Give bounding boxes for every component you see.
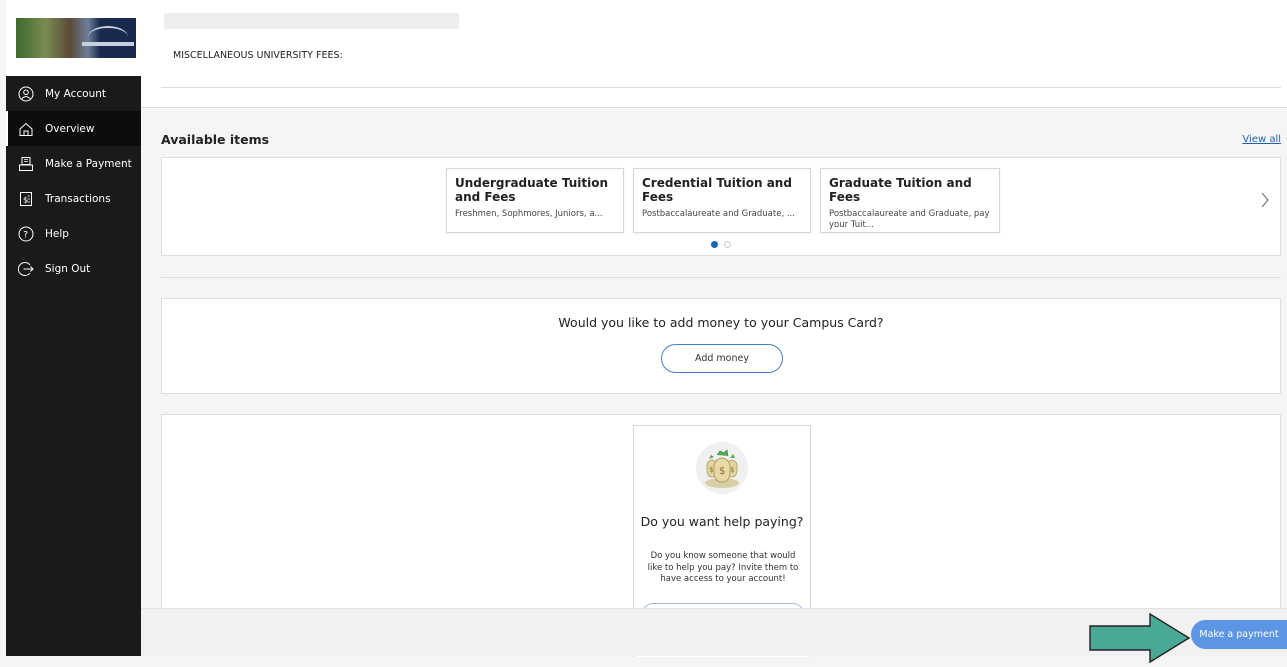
university-logo xyxy=(16,18,136,58)
fees-label: MISCELLANEOUS UNIVERSITY FEES: xyxy=(173,50,343,61)
sidebar-item-transactions[interactable]: $ Transactions xyxy=(6,181,141,216)
divider xyxy=(161,87,1281,88)
item-card-desc: Freshmen, Sophmores, Juniors, a... xyxy=(455,209,603,219)
help-paying-desc: Do you know someone that would like to h… xyxy=(647,551,799,584)
carousel-dot-active[interactable] xyxy=(711,241,718,248)
make-a-payment-button[interactable]: Make a payment xyxy=(1191,620,1287,649)
sidebar-item-sign-out[interactable]: Sign Out xyxy=(6,251,141,286)
item-card-title: Graduate Tuition and Fees xyxy=(829,176,972,204)
main-content: MISCELLANEOUS UNIVERSITY FEES: Available… xyxy=(141,0,1287,664)
add-money-button[interactable]: Add money xyxy=(661,344,783,373)
item-card-title: Credential Tuition and Fees xyxy=(642,176,792,204)
sidebar-item-label: Sign Out xyxy=(45,262,91,275)
svg-text:?: ? xyxy=(23,230,28,240)
chevron-right-icon[interactable] xyxy=(1258,190,1272,210)
sidebar-item-overview[interactable]: Overview xyxy=(6,111,141,146)
sidebar-nav: My Account Overview Make a Payment $ Tra… xyxy=(6,76,141,656)
sidebar-item-make-a-payment[interactable]: Make a Payment xyxy=(6,146,141,181)
help-icon: ? xyxy=(18,226,34,242)
divider xyxy=(161,277,1281,278)
money-bag-icon: $ $ $ xyxy=(695,441,749,495)
item-card-title: Undergraduate Tuition and Fees xyxy=(455,176,608,204)
seal-graphic xyxy=(82,26,134,48)
carousel-pagination xyxy=(711,241,731,248)
receipt-icon: $ xyxy=(18,191,34,207)
sidebar-item-my-account[interactable]: My Account xyxy=(6,76,141,111)
campus-card-panel: Would you like to add money to your Camp… xyxy=(161,298,1281,394)
header-panel: MISCELLANEOUS UNIVERSITY FEES: xyxy=(141,0,1287,108)
sidebar: My Account Overview Make a Payment $ Tra… xyxy=(6,0,141,656)
help-paying-title: Do you want help paying? xyxy=(640,514,804,529)
payment-icon xyxy=(18,156,34,172)
sidebar-item-label: Overview xyxy=(45,122,95,135)
svg-text:$: $ xyxy=(730,466,734,474)
carousel-dot[interactable] xyxy=(724,241,731,248)
title-placeholder xyxy=(164,13,459,29)
available-items-title: Available items xyxy=(161,132,270,147)
item-card-desc: Postbaccalaureate and Graduate, pay your… xyxy=(829,209,990,230)
sign-out-icon xyxy=(18,261,34,277)
item-card-undergraduate[interactable]: Undergraduate Tuition and Fees Freshmen,… xyxy=(446,168,624,233)
sidebar-item-help[interactable]: ? Help xyxy=(6,216,141,251)
svg-text:$: $ xyxy=(719,466,725,477)
sidebar-item-label: My Account xyxy=(45,87,107,100)
view-all-link[interactable]: View all xyxy=(1242,134,1281,145)
home-icon xyxy=(18,121,34,137)
svg-text:$: $ xyxy=(709,466,713,474)
sidebar-item-label: Transactions xyxy=(45,192,111,205)
bottom-bar: Make a payment xyxy=(141,608,1287,664)
item-card-credential[interactable]: Credential Tuition and Fees Postbaccalau… xyxy=(633,168,811,233)
sidebar-item-label: Help xyxy=(45,227,69,240)
svg-text:$: $ xyxy=(23,195,28,204)
available-items-carousel: Undergraduate Tuition and Fees Freshmen,… xyxy=(161,157,1281,256)
sidebar-item-label: Make a Payment xyxy=(45,157,132,170)
campus-card-question: Would you like to add money to your Camp… xyxy=(558,315,884,330)
user-icon xyxy=(18,86,34,102)
item-card-graduate[interactable]: Graduate Tuition and Fees Postbaccalaure… xyxy=(820,168,1000,233)
item-card-desc: Postbaccalaureate and Graduate, ... xyxy=(642,209,795,219)
